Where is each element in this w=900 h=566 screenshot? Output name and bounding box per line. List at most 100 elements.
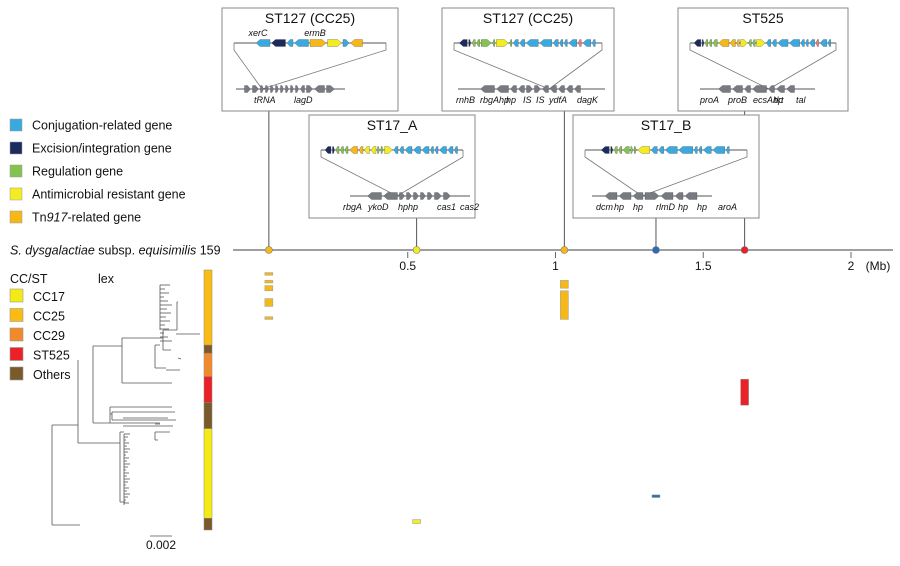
ccst-legend: CC/ST lex CC17 CC25 CC29 ST525 Others <box>9 272 115 382</box>
chromosome-gene-label: hp <box>633 202 643 212</box>
tree-label: lex <box>98 272 115 286</box>
tree-branch <box>111 411 176 427</box>
reference-genome-label: S. dysgalactiae subsp. equisimilis 159 <box>10 244 221 258</box>
chromosome-gene-label: IS <box>523 95 532 105</box>
insertion-panel: ST127 (CC25)rnhB rbgAhphp IS IS ydfA dagK <box>441 7 615 112</box>
strain-number: 159 <box>196 244 220 258</box>
legend-label: Conjugation-related gene <box>32 119 172 133</box>
legend-label: Antimicrobial resistant gene <box>32 188 186 202</box>
insertion-panel: ST17_A rbgA ykoD hphp cas1 cas2 <box>308 114 479 219</box>
chromosome-gene-label: ydfA <box>548 95 567 105</box>
ccst-label: CC25 <box>33 310 65 324</box>
ccst-label: CC17 <box>33 290 65 304</box>
subsp-name: equisimilis <box>139 244 197 258</box>
axis-tick-label: 1.5 <box>695 259 712 273</box>
ccst-label: CC29 <box>33 329 65 343</box>
chromosome-gene-label: hp <box>678 202 688 212</box>
element-presence-mark <box>560 280 569 289</box>
axis-tick-label: 1 <box>552 259 559 273</box>
chromosome-gene-label: tal <box>796 95 807 105</box>
element-presence-mark <box>412 519 421 524</box>
ccst-strip-segment <box>203 518 213 531</box>
ccst-strip-segment <box>203 428 213 519</box>
ccst-legend-title: CC/ST <box>10 272 48 286</box>
chromosome-gene-label: rbgAhp <box>480 95 509 105</box>
legend-label: Regulation gene <box>32 165 123 179</box>
tree-branch <box>109 406 172 423</box>
legend-swatch <box>9 164 23 178</box>
insertion-marker <box>265 246 273 254</box>
element-presence-mark <box>651 494 661 498</box>
legend-label-prefix: Tn <box>32 211 47 225</box>
chromosome-gene-label: hp <box>506 95 516 105</box>
chromosome-gene-label: hp <box>614 202 624 212</box>
element-presence-mark <box>264 272 274 276</box>
chromosome-gene-label: cas2 <box>460 202 479 212</box>
chromosome-gene-label: tRNA <box>254 95 276 105</box>
tree-tip <box>177 357 182 360</box>
element-presence-mark <box>560 290 569 320</box>
insertion-panel: ST525proA proB ecsAhptkt tal <box>677 7 849 112</box>
axis-tick-label: 0.5 <box>399 259 416 273</box>
ccst-strip-segment <box>203 352 213 377</box>
element-presence-mark <box>264 285 274 292</box>
element-presence-mark <box>264 316 274 320</box>
subsp-text: subsp. <box>95 244 139 258</box>
panel-title: ST127 (CC25) <box>483 10 573 26</box>
chromosome-gene-label: hphp <box>398 202 418 212</box>
chromosome-gene-label: rnhB <box>456 95 475 105</box>
ccst-swatch <box>9 347 24 361</box>
panel-title: ST17_A <box>367 117 418 133</box>
species-name: S. dysgalactiae <box>10 244 95 258</box>
ccst-swatch <box>9 366 24 381</box>
figure: Conjugation-related gene Excision/integra… <box>9 7 893 552</box>
tree-branch <box>176 301 178 330</box>
gene-legend: Conjugation-related gene Excision/integra… <box>9 118 186 225</box>
chromosome-gene-label: proB <box>727 95 747 105</box>
insertion-panel: ST127 (CC25) xerC ermB tRNA lagD <box>221 7 399 112</box>
ccst-strip-segment <box>203 376 213 403</box>
legend-label: Tn917-related gene <box>32 211 141 225</box>
panel-title: ST525 <box>742 10 783 26</box>
ccst-strip-segment <box>203 402 213 429</box>
ccst-swatch <box>9 308 24 322</box>
insertion-marker <box>560 246 569 254</box>
tree-branch <box>121 337 172 384</box>
tree-branch <box>77 360 125 503</box>
ccst-label: Others <box>33 368 71 382</box>
insertion-marker <box>652 246 660 254</box>
insertion-marker <box>412 246 421 254</box>
axis-tick-label: 2 <box>848 259 855 273</box>
ccst-label: ST525 <box>33 349 70 363</box>
mobile-gene-label: ermB <box>304 28 326 38</box>
chromosome-gene-label: rbgA <box>343 202 362 212</box>
panel-title: ST17_B <box>641 117 692 133</box>
axis-unit-label: (Mb) <box>866 259 891 273</box>
legend-swatch <box>9 118 23 132</box>
tree-branch <box>92 345 160 424</box>
legend-swatch <box>9 187 23 201</box>
panel-title: ST127 (CC25) <box>265 10 355 26</box>
chromosome-gene-label: dagK <box>577 95 599 105</box>
ccst-strip-segment <box>203 344 213 354</box>
legend-label-italic: 917 <box>47 211 69 225</box>
mobile-gene-label: xerC <box>247 28 268 38</box>
legend-label: Excision/integration gene <box>32 142 172 156</box>
element-presence-mark <box>264 280 274 284</box>
legend-swatch <box>9 210 23 224</box>
tree-branch <box>154 431 170 441</box>
tree-branch <box>51 424 80 526</box>
ccst-strip-segment <box>203 269 213 346</box>
scale-bar-label: 0.002 <box>146 538 176 552</box>
chromosome-gene-label: hp <box>697 202 707 212</box>
chromosome-gene-label: IS <box>536 95 545 105</box>
element-presence-mark <box>740 378 749 406</box>
legend-swatch <box>9 141 23 155</box>
chromosome-gene-label: cas1 <box>437 202 456 212</box>
chromosome-gene-label: aroA <box>718 202 737 212</box>
chromosome-gene-label: tkt <box>774 95 784 105</box>
ccst-swatch <box>9 288 24 303</box>
chromosome-gene-label: ykoD <box>367 202 389 212</box>
ccst-swatch <box>9 327 24 342</box>
phylogenetic-tree <box>51 284 200 526</box>
